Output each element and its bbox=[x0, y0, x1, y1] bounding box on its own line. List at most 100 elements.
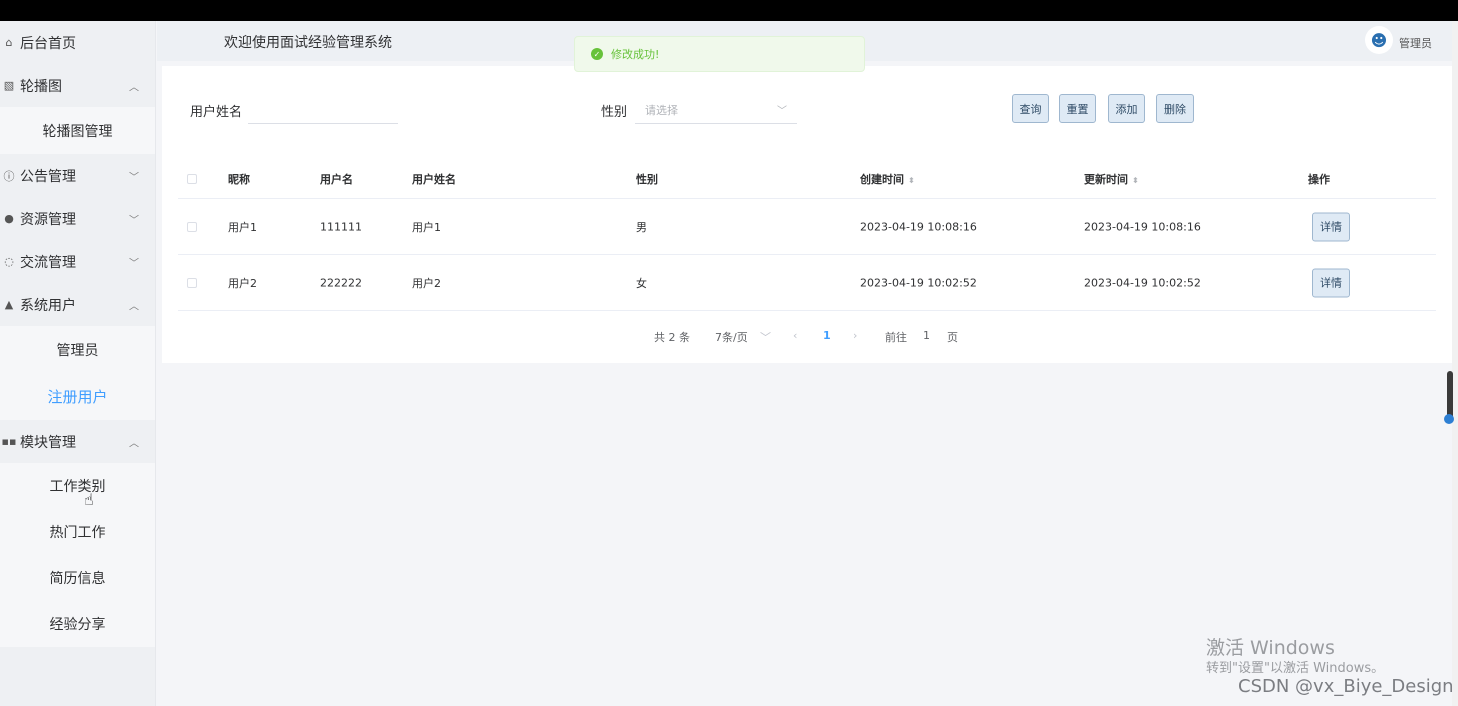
pager-total: 共 2 条 bbox=[654, 331, 690, 344]
chevron-up-icon: ︿ bbox=[129, 82, 139, 93]
row-checkbox[interactable] bbox=[187, 277, 197, 288]
windows-activation-title: 激活 Windows bbox=[1206, 637, 1335, 659]
sidebar-subitem-hot-jobs[interactable]: 热门工作 bbox=[0, 509, 155, 555]
chat-icon: ◌ bbox=[4, 255, 14, 268]
grid-icon: ▪▪ bbox=[1, 435, 17, 448]
page-title: 欢迎使用面试经验管理系统 bbox=[224, 35, 392, 51]
pagination: 共 2 条 7条/页 ﹀ ‹ 1 › 前往 1 页 bbox=[162, 329, 1452, 345]
reset-button[interactable]: 重置 bbox=[1059, 94, 1096, 123]
sidebar-item-label: 资源管理 bbox=[20, 211, 76, 228]
pager-current-page[interactable]: 1 bbox=[823, 329, 831, 342]
col-nickname: 昵称 bbox=[228, 172, 250, 186]
username-label: 用户姓名 bbox=[190, 105, 243, 120]
user-icon: ▲ bbox=[4, 298, 14, 311]
chevron-down-icon[interactable]: ﹀ bbox=[760, 329, 771, 345]
sidebar-item-label: 轮播图 bbox=[20, 78, 62, 95]
sidebar-item-notice[interactable]: ⓘ 公告管理 ﹀ bbox=[0, 154, 155, 197]
col-actions: 操作 bbox=[1308, 172, 1330, 186]
image-icon: ▧ bbox=[3, 79, 15, 92]
cell-username: 222222 bbox=[320, 276, 362, 289]
table-row: 用户2 222222 用户2 女 2023-04-19 10:02:52 202… bbox=[178, 255, 1436, 311]
main-panel: 用户姓名 性别 请选择 ﹀ 查询 重置 添加 删除 昵称 用户名 用户姓名 性别… bbox=[162, 66, 1452, 363]
next-page-icon[interactable]: › bbox=[853, 329, 857, 342]
cell-realname: 用户2 bbox=[412, 276, 441, 290]
sidebar-item-label: 后台首页 bbox=[20, 35, 76, 52]
sort-icon[interactable]: ⬍ bbox=[908, 176, 915, 185]
cell-created: 2023-04-19 10:08:16 bbox=[860, 220, 977, 233]
chevron-up-icon: ︿ bbox=[129, 301, 139, 312]
sidebar-subitem-carousel-manage[interactable]: 轮播图管理 bbox=[0, 107, 155, 154]
success-toast: ✓ 修改成功! bbox=[574, 36, 865, 72]
sidebar-item-label: 系统用户 bbox=[20, 297, 76, 314]
col-updated[interactable]: 更新时间 ⬍ bbox=[1084, 171, 1139, 187]
gender-select-placeholder: 请选择 bbox=[645, 103, 678, 117]
sidebar: ⌂ 后台首页 ▧ 轮播图 ︿ 轮播图管理 ⓘ 公告管理 ﹀ ● 资源管理 ﹀ ◌… bbox=[0, 21, 156, 706]
gender-label: 性别 bbox=[601, 105, 628, 120]
sidebar-item-system-users[interactable]: ▲ 系统用户 ︿ bbox=[0, 283, 155, 326]
chevron-down-icon: ﹀ bbox=[129, 172, 139, 183]
home-icon: ⌂ bbox=[5, 36, 13, 49]
cell-gender: 男 bbox=[636, 220, 647, 234]
detail-button[interactable]: 详情 bbox=[1312, 268, 1350, 297]
sidebar-item-label: 交流管理 bbox=[20, 254, 76, 271]
col-created[interactable]: 创建时间 ⬍ bbox=[860, 171, 915, 187]
col-gender: 性别 bbox=[636, 172, 658, 186]
col-username: 用户名 bbox=[320, 172, 353, 186]
pager-goto-input[interactable]: 1 bbox=[923, 329, 930, 342]
chevron-down-icon: ﹀ bbox=[129, 258, 139, 269]
avatar[interactable]: ☻ bbox=[1365, 26, 1393, 54]
table-header: 昵称 用户名 用户姓名 性别 创建时间 ⬍ 更新时间 ⬍ 操作 bbox=[178, 159, 1436, 199]
window-top-bar bbox=[0, 0, 1458, 21]
sidebar-item-resource[interactable]: ● 资源管理 ﹀ bbox=[0, 197, 155, 240]
sort-icon[interactable]: ⬍ bbox=[1132, 176, 1139, 185]
delete-button[interactable]: 删除 bbox=[1156, 94, 1194, 123]
info-icon: ⓘ bbox=[3, 169, 15, 183]
hand-cursor-icon: ☝ bbox=[84, 490, 94, 509]
check-circle-icon: ✓ bbox=[591, 48, 603, 60]
sidebar-item-exchange[interactable]: ◌ 交流管理 ﹀ bbox=[0, 240, 155, 283]
add-button[interactable]: 添加 bbox=[1108, 94, 1145, 123]
bulb-icon: ● bbox=[4, 212, 14, 225]
col-realname: 用户姓名 bbox=[412, 172, 456, 186]
sidebar-subitem-experience[interactable]: 经验分享 bbox=[0, 601, 155, 647]
scrollbar-track[interactable] bbox=[1452, 21, 1458, 706]
cell-nickname: 用户1 bbox=[228, 220, 257, 234]
csdn-watermark: CSDN @vx_Biye_Design bbox=[1238, 676, 1454, 697]
sidebar-subitem-admin[interactable]: 管理员 bbox=[0, 326, 155, 373]
sidebar-item-label: 模块管理 bbox=[20, 434, 76, 451]
sidebar-subitem-resume[interactable]: 简历信息 bbox=[0, 555, 155, 601]
cell-realname: 用户1 bbox=[412, 220, 441, 234]
col-created-label: 创建时间 bbox=[860, 172, 904, 186]
pager-goto-prefix: 前往 bbox=[885, 331, 907, 344]
cell-username: 111111 bbox=[320, 220, 362, 233]
cell-nickname: 用户2 bbox=[228, 276, 257, 290]
sidebar-item-modules[interactable]: ▪▪ 模块管理 ︿ bbox=[0, 420, 155, 463]
query-button[interactable]: 查询 bbox=[1012, 94, 1049, 123]
pager-goto-suffix: 页 bbox=[947, 331, 958, 344]
robot-icon: ☻ bbox=[1370, 30, 1388, 50]
cell-gender: 女 bbox=[636, 276, 647, 290]
chevron-down-icon: ﹀ bbox=[129, 215, 139, 226]
username-input[interactable] bbox=[248, 100, 398, 124]
row-checkbox[interactable] bbox=[187, 221, 197, 232]
sidebar-item-home[interactable]: ⌂ 后台首页 bbox=[0, 21, 155, 64]
modules-submenu: 工作类别 热门工作 简历信息 经验分享 bbox=[0, 463, 155, 647]
cell-updated: 2023-04-19 10:02:52 bbox=[1084, 276, 1201, 289]
scroll-indicator bbox=[1444, 414, 1454, 424]
sidebar-subitem-registered[interactable]: 注册用户 bbox=[0, 373, 155, 420]
prev-page-icon[interactable]: ‹ bbox=[793, 329, 797, 342]
windows-activation-subtitle: 转到"设置"以激活 Windows。 bbox=[1206, 661, 1385, 676]
pager-size[interactable]: 7条/页 bbox=[715, 329, 748, 345]
chevron-up-icon: ︿ bbox=[129, 438, 139, 449]
sidebar-item-carousel[interactable]: ▧ 轮播图 ︿ bbox=[0, 64, 155, 107]
header-username[interactable]: 管理员 bbox=[1399, 35, 1432, 51]
table-row: 用户1 111111 用户1 男 2023-04-19 10:08:16 202… bbox=[178, 199, 1436, 255]
detail-button[interactable]: 详情 bbox=[1312, 212, 1350, 241]
toast-message: 修改成功! bbox=[611, 48, 660, 61]
cell-updated: 2023-04-19 10:08:16 bbox=[1084, 220, 1201, 233]
system-users-submenu: 管理员 注册用户 bbox=[0, 326, 155, 420]
gender-select[interactable]: 请选择 ﹀ bbox=[635, 96, 797, 124]
sidebar-subitem-job-category[interactable]: 工作类别 bbox=[0, 463, 155, 509]
sidebar-item-label: 公告管理 bbox=[20, 168, 76, 185]
select-all-checkbox[interactable] bbox=[187, 173, 197, 184]
